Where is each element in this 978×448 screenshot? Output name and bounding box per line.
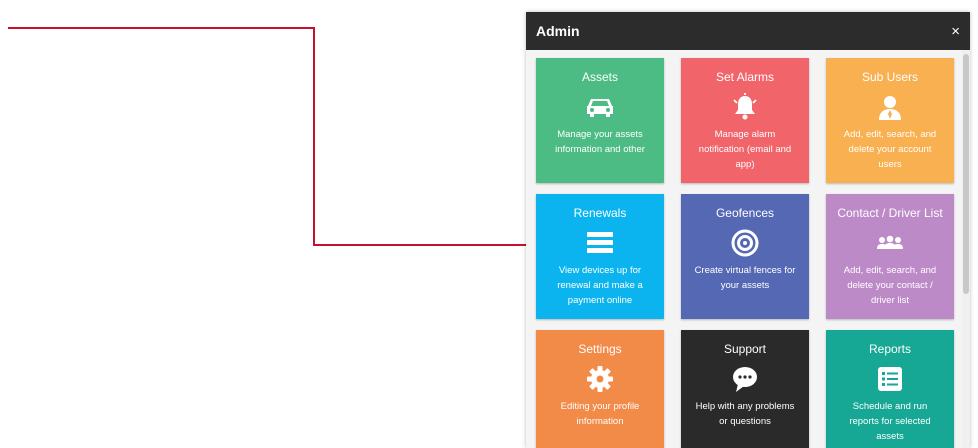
report-list-icon: [834, 361, 946, 397]
tile-set-alarms[interactable]: Set Alarms Manage alarm notification (em…: [681, 58, 809, 183]
tile-description: Editing your profile information: [560, 401, 640, 427]
tile-geofences[interactable]: Geofences Create virtual fences for your…: [681, 194, 809, 319]
user-icon: [834, 89, 946, 125]
close-button[interactable]: ×: [951, 24, 960, 39]
panel-header: Admin ×: [526, 12, 970, 50]
tile-title: Settings: [578, 342, 622, 356]
tile-title: Geofences: [715, 206, 775, 220]
tile-title: Support: [723, 342, 767, 356]
tile-title: Contact / Driver List: [837, 206, 943, 220]
tile-title: Assets: [581, 70, 618, 84]
tile-settings[interactable]: Settings Editing your profile informatio…: [536, 330, 664, 448]
panel-title: Admin: [536, 23, 580, 39]
tile-title: Set Alarms: [715, 70, 775, 84]
scrollbar-thumb[interactable]: [963, 54, 969, 294]
list-icon: [544, 225, 656, 261]
tile-description: Schedule and run reports for selected as…: [849, 401, 931, 442]
tile-description: View devices up for renewal and make a p…: [557, 265, 643, 306]
tile-title: Sub Users: [861, 70, 919, 84]
tile-description: Manage alarm notification (email and app…: [698, 129, 792, 170]
tile-description: Create virtual fences for your assets: [694, 265, 796, 291]
admin-panel: Admin × Assets Manage your assets inform…: [526, 12, 970, 448]
tile-title: Reports: [868, 342, 912, 356]
tile-renewals[interactable]: Renewals View devices up for renewal and…: [536, 194, 664, 319]
tile-assets[interactable]: Assets Manage your assets information an…: [536, 58, 664, 183]
bell-icon: [689, 89, 801, 125]
tile-sub-users[interactable]: Sub Users Add, edit, search, and delete …: [826, 58, 954, 183]
geofence-target-icon: [689, 225, 801, 261]
tile-description: Help with any problems or questions: [695, 401, 795, 427]
car-icon: [544, 89, 656, 125]
tile-contact-driver-list[interactable]: Contact / Driver List Add, edit, search,…: [826, 194, 954, 319]
tile-support[interactable]: Support Help with any problems or questi…: [681, 330, 809, 448]
tile-description: Add, edit, search, and delete your conta…: [843, 265, 937, 306]
gear-icon: [544, 361, 656, 397]
tile-description: Add, edit, search, and delete your accou…: [843, 129, 937, 170]
group-icon: [834, 225, 946, 261]
tile-title: Renewals: [573, 206, 627, 220]
tile-description: Manage your assets information and other: [555, 129, 645, 155]
chat-bubble-icon: [689, 361, 801, 397]
tile-reports[interactable]: Reports Schedule and run reports for sel…: [826, 330, 954, 448]
